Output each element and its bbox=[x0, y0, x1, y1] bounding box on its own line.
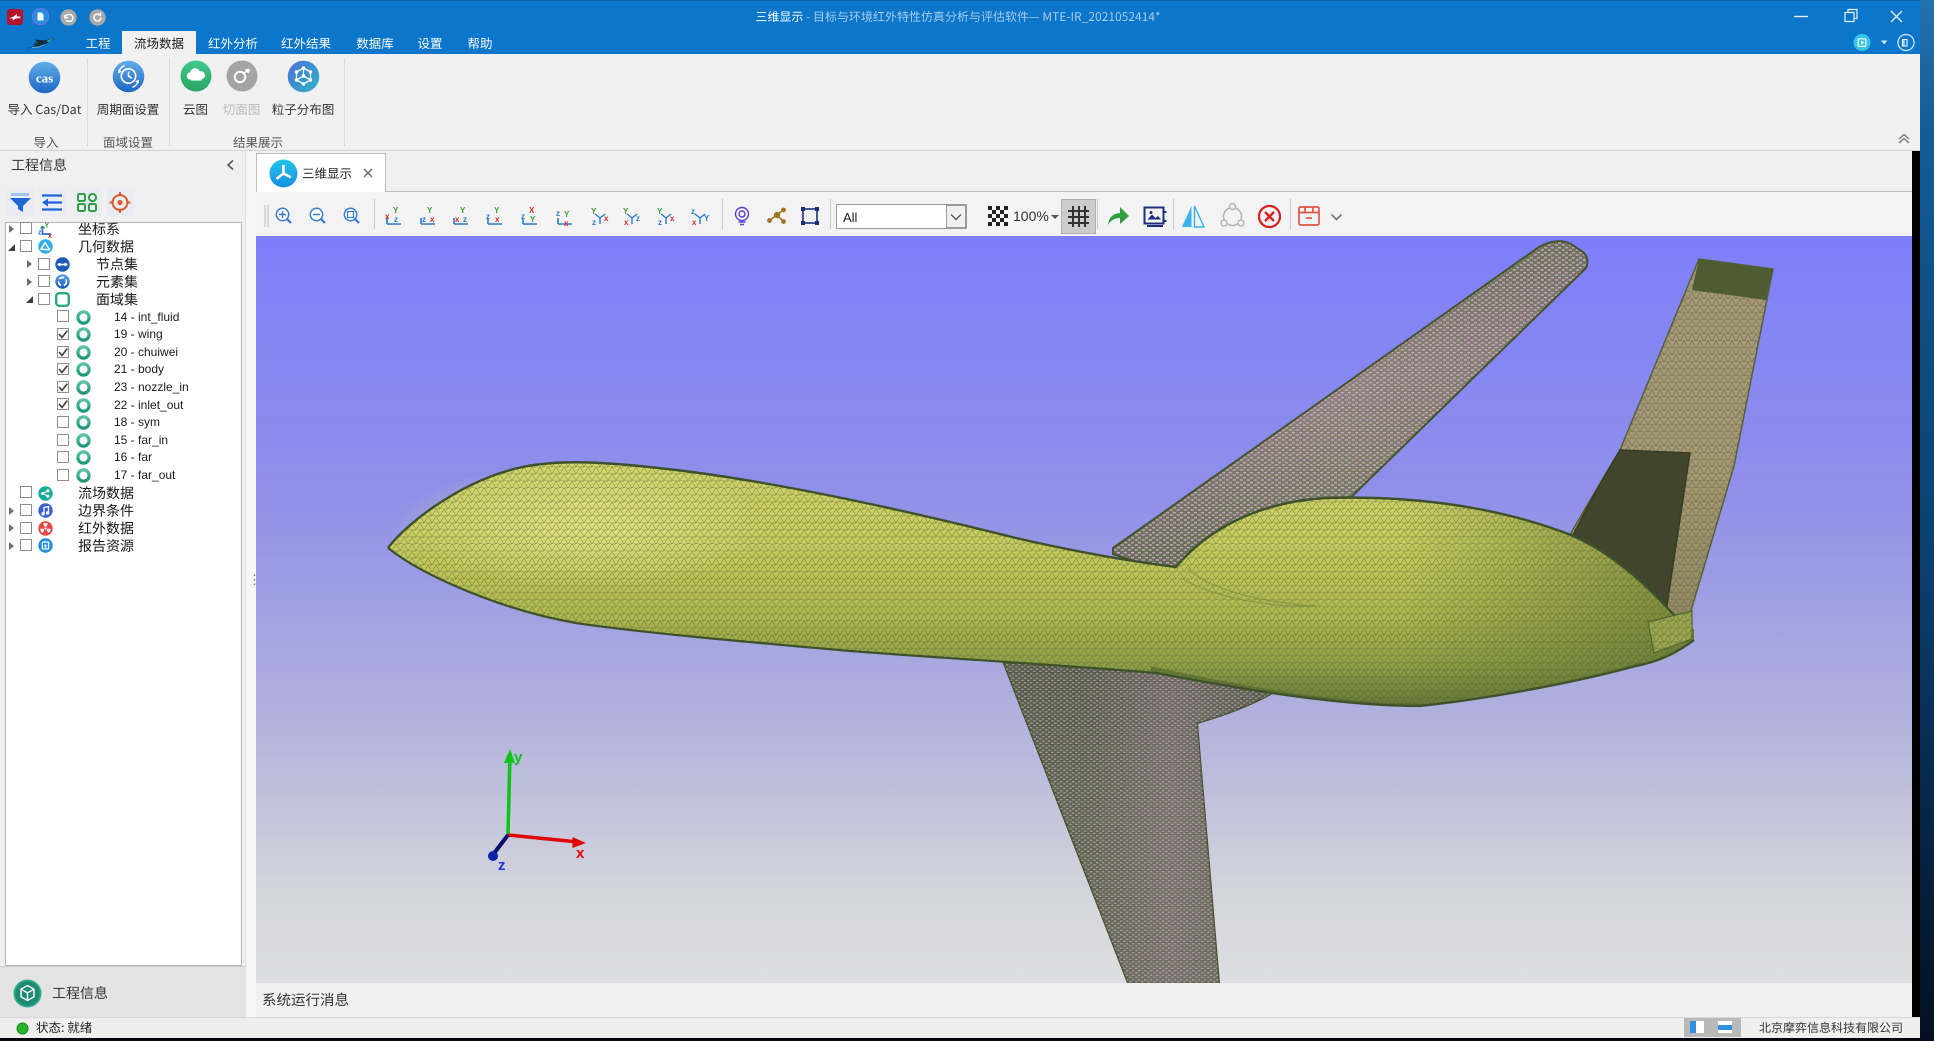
svg-text:Y: Y bbox=[564, 210, 570, 219]
svg-text:z: z bbox=[658, 218, 662, 227]
svg-text:Y: Y bbox=[494, 206, 500, 215]
svg-text:Y: Y bbox=[657, 207, 663, 216]
svg-text:Y: Y bbox=[623, 207, 629, 216]
svg-text:Y: Y bbox=[530, 215, 536, 224]
svg-text:Y: Y bbox=[393, 206, 399, 215]
svg-text:Y: Y bbox=[460, 206, 466, 215]
svg-text:z: z bbox=[521, 212, 525, 221]
svg-text:cas: cas bbox=[36, 71, 53, 86]
svg-text:x: x bbox=[670, 214, 675, 223]
svg-text:z: z bbox=[498, 857, 506, 874]
svg-text:Y: Y bbox=[704, 214, 710, 223]
svg-text:x: x bbox=[430, 215, 435, 224]
svg-text:x: x bbox=[624, 218, 629, 227]
svg-text:x: x bbox=[576, 845, 585, 862]
svg-text:x: x bbox=[604, 214, 609, 223]
svg-text:Y: Y bbox=[591, 207, 597, 216]
svg-text:z: z bbox=[38, 230, 42, 237]
svg-text:x: x bbox=[495, 215, 500, 224]
svg-text:z: z bbox=[592, 218, 596, 227]
svg-text:x: x bbox=[692, 218, 697, 227]
svg-text:z: z bbox=[691, 207, 695, 216]
svg-text:z: z bbox=[636, 214, 640, 223]
svg-text:x: x bbox=[564, 219, 569, 228]
svg-text:z: z bbox=[556, 209, 560, 218]
svg-text:z: z bbox=[422, 215, 426, 224]
svg-text:X: X bbox=[529, 206, 535, 215]
svg-text:x: x bbox=[455, 215, 460, 224]
svg-text:z: z bbox=[394, 215, 398, 224]
svg-text:z: z bbox=[463, 215, 467, 224]
svg-text:Y: Y bbox=[45, 223, 50, 230]
svg-text:Y: Y bbox=[427, 206, 433, 215]
svg-text:z: z bbox=[486, 212, 490, 221]
svg-text:x: x bbox=[48, 233, 52, 238]
svg-text:y: y bbox=[514, 749, 523, 766]
svg-text:x: x bbox=[385, 212, 390, 221]
